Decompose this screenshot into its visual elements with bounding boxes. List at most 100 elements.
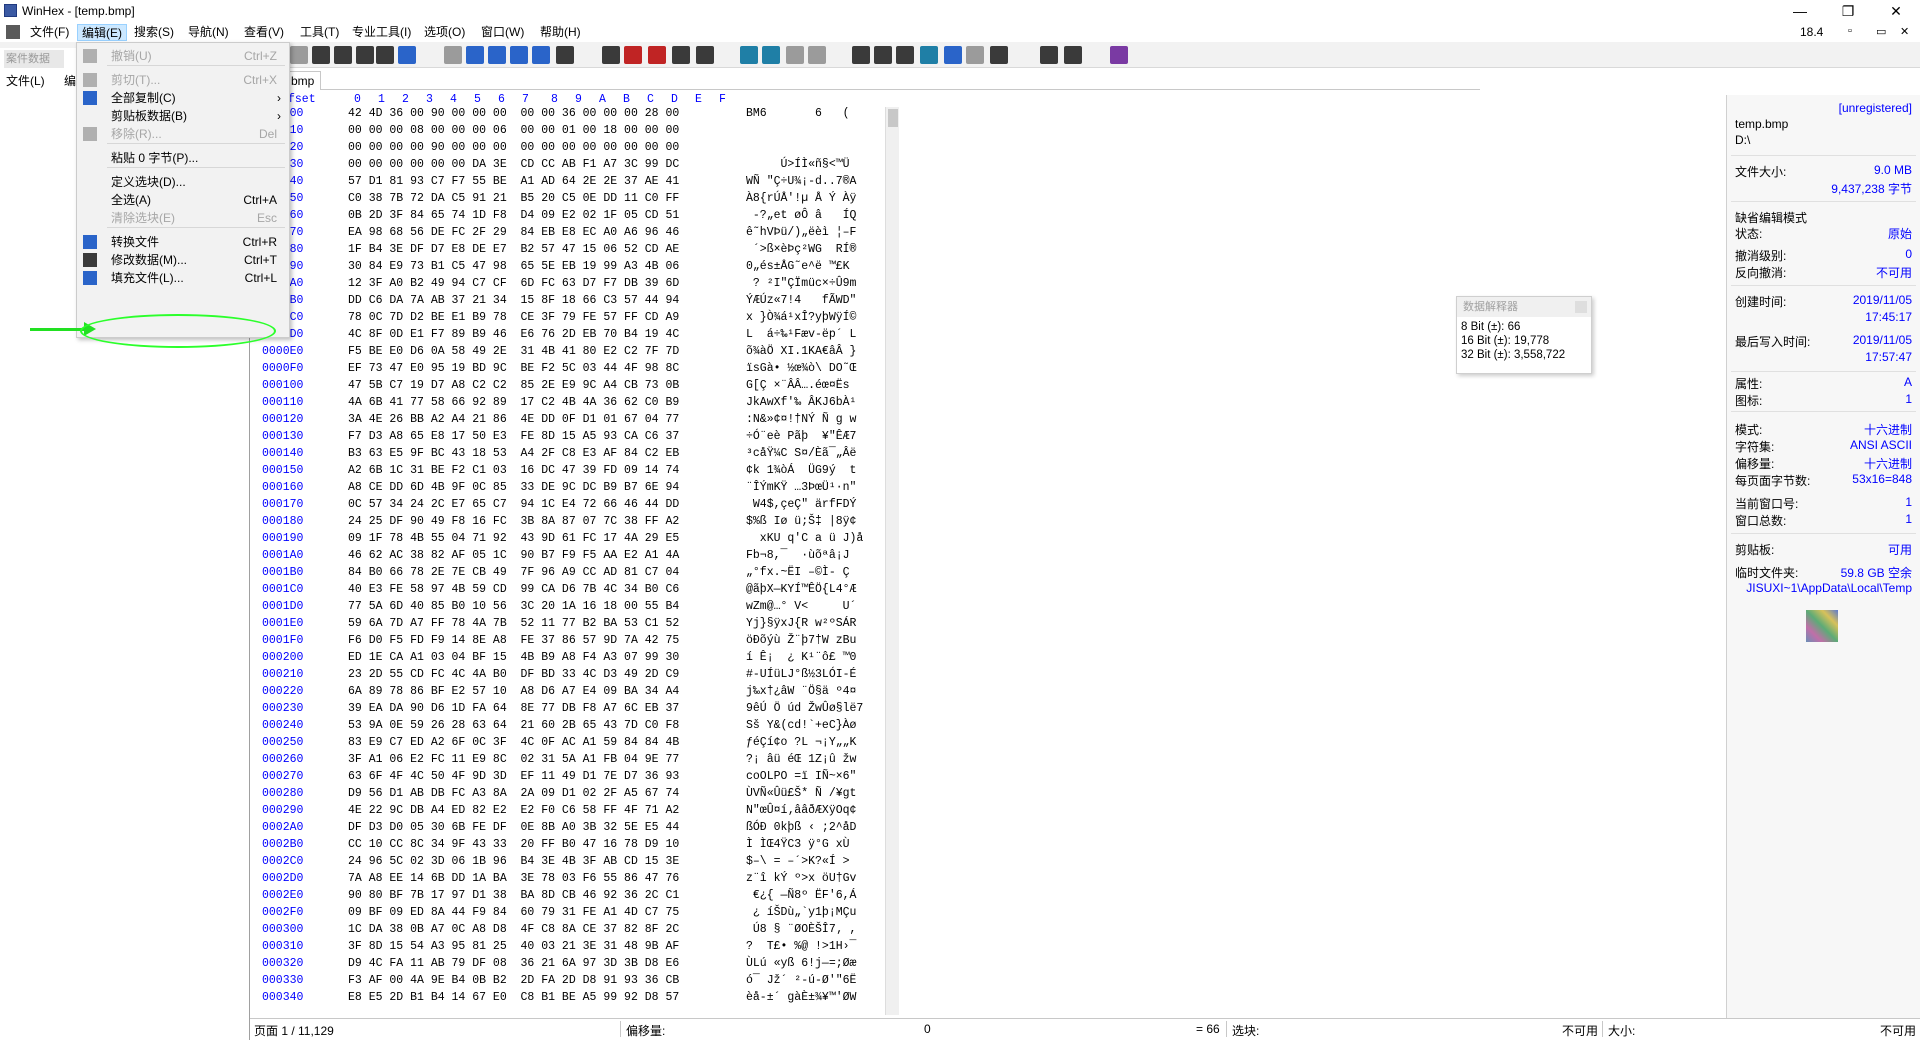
hex-scrollbar[interactable] (885, 107, 899, 1015)
hex-row[interactable]: 0001E0 59 6A 7D A7 FF 78 4A 7B 52 11 77 B… (250, 617, 890, 634)
open-disk-icon[interactable] (376, 46, 394, 64)
hex-row[interactable]: 0000A012 3F A0 B2 49 94 C7 CF 6D FC 63 D… (250, 277, 890, 294)
hex-ascii[interactable]: xKU q'C a ü J)å (746, 532, 864, 545)
goto-page-icon[interactable] (762, 46, 780, 64)
hex-bytes[interactable]: 40 E3 FE 58 97 4B 59 CD 99 CA D6 7B 4C 3… (348, 583, 679, 596)
hex-row[interactable]: 000070EA 98 68 56 DE FC 2F 29 84 EB E8 E… (250, 226, 890, 243)
hex-row[interactable]: 000340 E8 E5 2D B1 B4 14 67 E0 C8 B1 BE A… (250, 991, 890, 1008)
print-icon[interactable] (312, 46, 330, 64)
hex-bytes[interactable]: 90 80 BF 7B 17 97 D1 38 BA 8D CB 46 92 3… (348, 889, 679, 902)
hex-row[interactable]: 000320 D9 4C FA 11 AB 79 DF 08 36 21 6A 9… (250, 957, 890, 974)
hex-ascii[interactable]: z¨î kÝ º>x öU†Gv (746, 872, 856, 885)
hex-ascii[interactable]: À8{rÚÅ'!µ Å Ý Àÿ (746, 192, 856, 205)
hex-bytes[interactable]: 42 4D 36 00 90 00 00 00 00 00 36 00 00 0… (348, 107, 679, 120)
hex-bytes[interactable]: 3F A1 06 E2 FC 11 E9 8C 02 31 5A A1 FB 0… (348, 753, 679, 766)
copy-toolbar-icon[interactable] (466, 46, 484, 64)
hex-bytes[interactable]: DF D3 D0 05 30 6B FE DF 0E 8B A0 3B 32 5… (348, 821, 679, 834)
hex-row[interactable]: 000240 53 9A 0E 59 26 28 63 64 21 60 2B 6… (250, 719, 890, 736)
restore-child-button[interactable]: ▫ (1848, 25, 1852, 37)
hex-ascii[interactable]: ¨ÎÝmKŸ …3ÞœÜ¹·n" (746, 481, 856, 494)
hex-ascii[interactable]: õ¾àÖ XI.1KA€âÂ } (746, 345, 856, 358)
hex-ascii[interactable]: Yj}§ÿxJ{R w²ºSÁR (746, 617, 856, 630)
hex-ascii[interactable]: ƒéÇí¢o ?L ¬¡Y„„K (746, 736, 856, 749)
hex-editor[interactable]: 00000042 4D 36 00 90 00 00 00 00 00 36 0… (250, 107, 890, 1022)
hex-bytes[interactable]: 23 2D 55 CD FC 4C 4A B0 DF BD 33 4C D3 4… (348, 668, 679, 681)
hex-row[interactable]: 00004057 D1 81 93 C7 F7 55 BE A1 AD 64 2… (250, 175, 890, 192)
scroll-thumb[interactable] (888, 109, 898, 127)
hex-ascii[interactable]: ó¯ Jž´ ²-ú-Ø'"6Ë (746, 974, 856, 987)
hex-row[interactable]: 000170 0C 57 34 24 2C E7 65 C7 94 1C E4 7… (250, 498, 890, 515)
hash-icon[interactable] (966, 46, 984, 64)
edit-menu-item[interactable]: 清除选块(E) Esc (77, 207, 289, 229)
prev-icon[interactable] (1040, 46, 1058, 64)
replace-hex-icon[interactable] (672, 46, 690, 64)
hex-ascii[interactable]: €¿{ —Ñ8º ËF'6,Á (746, 889, 857, 902)
hex-row[interactable]: 0002A0 DF D3 D0 05 30 6B FE DF 0E 8B A0 3… (250, 821, 890, 838)
hex-ascii[interactable]: WÑ "Ç÷U¾¡-d..7®A (746, 175, 856, 188)
hex-row[interactable]: 00001000 00 00 08 00 00 00 06 00 00 01 0… (250, 124, 890, 141)
hex-ascii[interactable]: Ú8 § ¨ØOÈŠÎ7‚ , (746, 923, 857, 936)
hex-ascii[interactable]: ïsGà• ½œ¾ò\ DO˜Œ (746, 362, 856, 375)
hex-ascii[interactable]: :N&»¢¤!†NÝ Ñ g w (746, 413, 856, 426)
hex-bytes[interactable]: 78 0C 7D D2 BE E1 B9 78 CE 3F 79 FE 57 F… (348, 311, 679, 324)
hex-bytes[interactable]: 83 E9 C7 ED A2 6F 0C 3F 4C 0F AC A1 59 8… (348, 736, 679, 749)
hex-bytes[interactable]: 09 BF 09 ED 8A 44 F9 84 60 79 31 FE A1 4… (348, 906, 679, 919)
hex-bytes[interactable]: 0B 2D 3F 84 65 74 1D F8 D4 09 E2 02 1F 0… (348, 209, 679, 222)
hex-ascii[interactable]: @ãþX—KYÍ™ÊÖ{L4°Æ (746, 583, 856, 596)
hex-ascii[interactable]: coOLPO =ï IÑ~×6" (746, 770, 856, 783)
hex-ascii[interactable]: „°fx.~ËI –©Ì- Ç (746, 566, 856, 579)
hex-ascii[interactable]: ê˜hVÞü/)„ëèì ¦–F (746, 226, 856, 239)
hex-row[interactable]: 0001A0 46 62 AC 38 82 AF 05 1C 90 B7 F9 F… (250, 549, 890, 566)
hex-ascii[interactable]: wZm@…° V< U´ (746, 600, 856, 613)
hex-bytes[interactable]: 46 62 AC 38 82 AF 05 1C 90 B7 F9 F5 AA E… (348, 549, 679, 562)
hex-bytes[interactable]: 24 25 DF 90 49 F8 16 FC 3B 8A 87 07 7C 3… (348, 515, 679, 528)
case-menu-edit[interactable]: 编 (64, 72, 76, 89)
hex-ascii[interactable]: èå-±´ gàÈ±¾¥™'ØW (746, 991, 856, 1004)
hex-bytes[interactable]: 4E 22 9C DB A4 ED 82 E2 E2 F0 C6 58 FF 4… (348, 804, 679, 817)
menu-tools[interactable]: 工具(T) (296, 24, 343, 41)
hex-bytes[interactable]: 63 6F 4F 4C 50 4F 9D 3D EF 11 49 D1 7E D… (348, 770, 679, 783)
hex-bytes[interactable]: 09 1F 78 4B 55 04 71 92 43 9D 61 FC 17 4… (348, 532, 679, 545)
hex-bytes[interactable]: 24 96 5C 02 3D 06 1B 96 B4 3E 4B 3F AB C… (348, 855, 679, 868)
hex-ascii[interactable]: W4$,çeÇ" ärfFDÝ (746, 498, 857, 511)
replace-icon[interactable] (648, 46, 666, 64)
hex-ascii[interactable]: $–\ = –´>K?«Í > (746, 855, 850, 868)
hex-bytes[interactable]: 3A 4E 26 BB A2 A4 21 86 4E DD 0F D1 01 6… (348, 413, 679, 426)
hex-row[interactable]: 000140 B3 63 E5 9F BC 43 18 53 A4 2F C8 E… (250, 447, 890, 464)
hex-ascii[interactable]: Sš Y&(cd!`+eC}Àø (746, 719, 856, 732)
hex-bytes[interactable]: F5 BE E0 D6 0A 58 49 2E 31 4B 41 80 E2 C… (348, 345, 679, 358)
hex-row[interactable]: 000300 1C DA 38 0B A7 0C A8 D8 4F C8 8A C… (250, 923, 890, 940)
hex-bytes[interactable]: B3 63 E5 9F BC 43 18 53 A4 2F C8 E3 AF 8… (348, 447, 679, 460)
hex-row[interactable]: 000200 ED 1E CA A1 03 04 BF 15 4B B9 A8 F… (250, 651, 890, 668)
hex-row[interactable]: 0000D04C 8F 0D E1 F7 89 B9 46 E6 76 2D E… (250, 328, 890, 345)
edit-menu-item[interactable]: 撤销(U) Ctrl+Z (77, 45, 289, 67)
hex-bytes[interactable]: D9 4C FA 11 AB 79 DF 08 36 21 6A 97 3D 3… (348, 957, 679, 970)
hex-ascii[interactable]: 0„és±ÅG˜e^ë ™£K (746, 260, 856, 273)
hex-bytes[interactable]: 30 84 E9 73 B1 C5 47 98 65 5E EB 19 99 A… (348, 260, 679, 273)
hex-row[interactable]: 000220 6A 89 78 86 BF E2 57 10 A8 D6 A7 E… (250, 685, 890, 702)
hex-ascii[interactable]: #-UÍüLJ°ß½3LÓI-É (746, 668, 856, 681)
calculator-icon[interactable] (920, 46, 938, 64)
hex-row[interactable]: 0002C0 24 96 5C 02 3D 06 1B 96 B4 3E 4B 3… (250, 855, 890, 872)
menu-pro-tools[interactable]: 专业工具(I) (348, 24, 415, 41)
hex-bytes[interactable]: F6 D0 F5 FD F9 14 8E A8 FE 37 86 57 9D 7… (348, 634, 679, 647)
hex-bytes[interactable]: 57 D1 81 93 C7 F7 55 BE A1 AD 64 2E 2E 3… (348, 175, 679, 188)
maximize-child-button[interactable]: ▭ (1876, 25, 1886, 38)
menu-navigate[interactable]: 导航(N) (184, 24, 233, 41)
hex-bytes[interactable]: 1C DA 38 0B A7 0C A8 D8 4F C8 8A CE 37 8… (348, 923, 679, 936)
edit-menu-item[interactable]: 粘贴 0 字节(P)... (77, 147, 289, 169)
hex-bytes[interactable]: EA 98 68 56 DE FC 2F 29 84 EB E8 EC A0 A… (348, 226, 679, 239)
case-menu-file[interactable]: 文件(L) (6, 72, 45, 89)
hex-ascii[interactable]: ÷Ó¨eè Pãþ ¥"ÊÆ7 (746, 430, 856, 443)
hex-ascii[interactable]: L á÷‰¹Fæv-ëp´ L (746, 328, 856, 341)
hex-ascii[interactable]: JkAwXf'‰ ÂKJ6bÀ¹ (746, 396, 856, 409)
back-icon[interactable] (786, 46, 804, 64)
hex-row[interactable]: 000160 A8 CE DD 6D 4B 9F 0C 85 33 DE 9C D… (250, 481, 890, 498)
forward-icon[interactable] (808, 46, 826, 64)
hex-ascii[interactable]: $%ß Iø ü;Š‡ |8ÿ¢ (746, 515, 856, 528)
hex-bytes[interactable]: 0C 57 34 24 2C E7 65 C7 94 1C E4 72 66 4… (348, 498, 679, 511)
hex-row[interactable]: 0002D0 7A A8 EE 14 6B DD 1A BA 3E 78 03 F… (250, 872, 890, 889)
hex-bytes[interactable]: 12 3F A0 B2 49 94 C7 CF 6D FC 63 D7 F7 D… (348, 277, 679, 290)
hex-ascii[interactable]: ? T£• %@ !>1H›¯ (746, 940, 856, 953)
hex-bytes[interactable]: F7 D3 A8 65 E8 17 50 E3 FE 8D 15 A5 93 C… (348, 430, 679, 443)
